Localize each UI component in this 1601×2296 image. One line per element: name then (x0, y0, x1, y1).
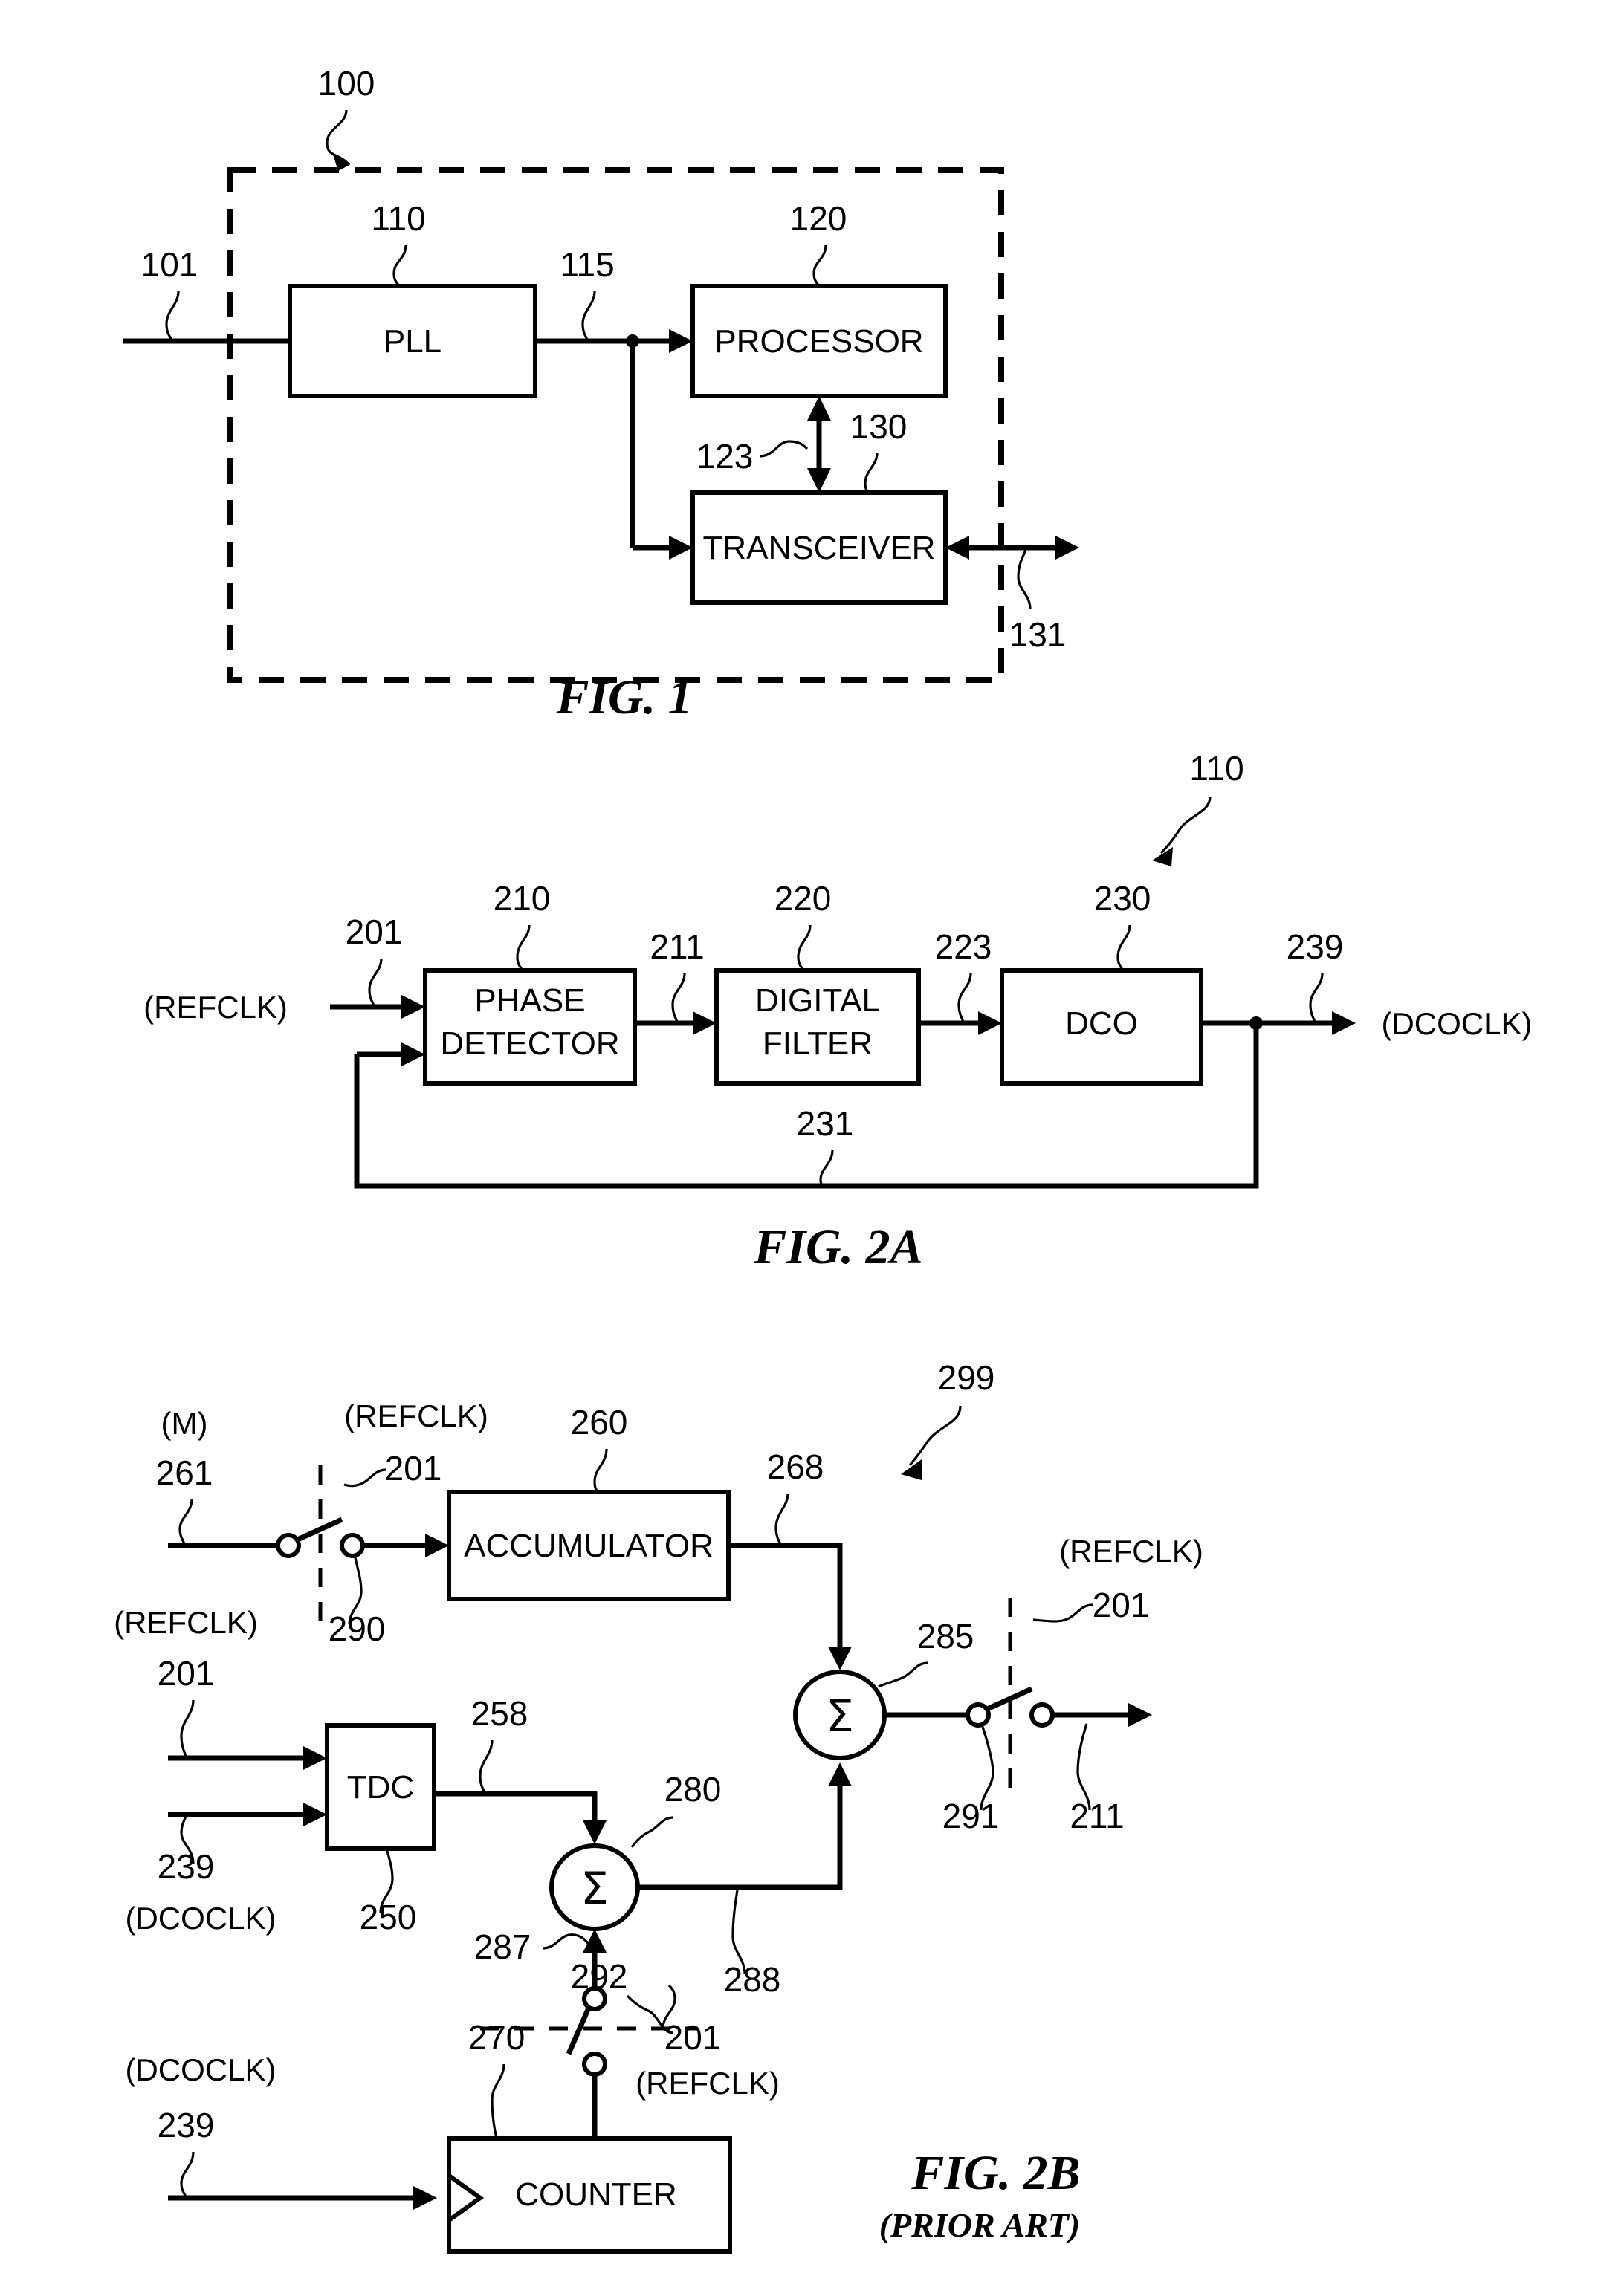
ref-299: 299 (938, 1358, 995, 1397)
ref-250: 250 (360, 1898, 417, 1936)
switch-290-clock-ref: 201 (385, 1449, 442, 1488)
switch-292-clock-label: (REFCLK) (635, 2066, 780, 2101)
ref-287: 287 (474, 1927, 531, 1966)
ref-220: 220 (774, 879, 832, 918)
ref-230: 230 (1094, 879, 1151, 918)
ref-2a-201: 201 (346, 912, 403, 951)
figure-1: 100 101 PLL 110 115 PROCESSOR 120 TRANSC… (123, 64, 1079, 724)
ref-2b-201-top: 201 (158, 1654, 215, 1693)
ref-101: 101 (141, 245, 198, 284)
figure-2a-caption: FIG. 2A (753, 1220, 922, 1274)
input-dcoclk-label-tdc: (DCOCLK) (125, 1901, 276, 1936)
ref-231: 231 (797, 1104, 854, 1143)
block-accumulator-label: ACCUMULATOR (464, 1528, 714, 1564)
input-refclk-label-290: (REFCLK) (114, 1605, 258, 1640)
ref-2a-239: 239 (1287, 927, 1344, 966)
ref-120: 120 (790, 199, 847, 238)
ref-280: 280 (664, 1770, 722, 1809)
block-digital-filter-label-2: FILTER (763, 1025, 873, 1062)
input-m-label: (M) (161, 1406, 208, 1441)
ref-110: 110 (371, 199, 425, 238)
ref-131: 131 (1009, 615, 1067, 654)
switch-292-clock-ref: 201 (664, 2018, 722, 2057)
signal-258-path (434, 1791, 598, 1832)
ref-292: 292 (571, 1957, 628, 1996)
switch-292-bottom-terminal[interactable] (582, 2052, 607, 2077)
block-pll-label: PLL (384, 323, 442, 360)
ref-115: 115 (560, 245, 614, 284)
output-dcoclk-label-2a: (DCOCLK) (1381, 1006, 1532, 1041)
block-digital-filter-label-1: DIGITAL (755, 982, 880, 1019)
switch-290-clock-label: (REFCLK) (344, 1398, 488, 1433)
signal-268-path (728, 1543, 843, 1658)
figure-1-caption: FIG. 1 (555, 670, 692, 724)
ref-223: 223 (935, 927, 992, 966)
ref-100: 100 (318, 64, 375, 103)
ref-2b-239-counter: 239 (158, 2106, 215, 2144)
switch-291-right-terminal[interactable] (1029, 1702, 1055, 1728)
figure-2b-caption: FIG. 2B (911, 2146, 1080, 2200)
block-phase-detector-label-1: PHASE (474, 982, 585, 1019)
switch-291-clock-ref: 201 (1093, 1586, 1150, 1624)
ref-2b-211: 211 (1070, 1797, 1124, 1835)
switch-290-right-terminal[interactable] (340, 1533, 365, 1558)
block-phase-detector-label-2: DETECTOR (440, 1025, 619, 1062)
figure-2a: 110 (REFCLK) 201 PHASE DETECTOR 210 211 … (143, 749, 1532, 1274)
ref-290: 290 (329, 1609, 386, 1648)
ref-123: 123 (696, 437, 754, 476)
patent-drawing-sheet: 100 101 PLL 110 115 PROCESSOR 120 TRANSC… (114, 64, 1533, 2254)
ref-285: 285 (917, 1617, 974, 1655)
input-dcoclk-label-counter: (DCOCLK) (125, 2052, 276, 2087)
ref-261: 261 (156, 1453, 213, 1492)
ref-130: 130 (850, 407, 908, 446)
ref-260: 260 (571, 1403, 628, 1442)
adder-285-symbol: Σ (826, 1690, 854, 1742)
adder-280-symbol: Σ (580, 1863, 609, 1915)
switch-291-clock-label: (REFCLK) (1059, 1534, 1203, 1569)
ref-288: 288 (724, 1960, 781, 1999)
ref-268: 268 (767, 1447, 824, 1486)
figure-2b: 299 (M) 261 (REFCLK) 201 290 (REFCLK) 20… (114, 1358, 1203, 2254)
block-tdc-label: TDC (347, 1769, 414, 1806)
ref-210: 210 (494, 879, 551, 918)
ref-270: 270 (468, 2018, 525, 2057)
block-counter-label: COUNTER (515, 2176, 677, 2213)
ref-291: 291 (942, 1797, 1000, 1835)
ref-258: 258 (471, 1694, 528, 1733)
ref-2a-211: 211 (650, 927, 704, 966)
figure-2b-subcaption: (PRIOR ART) (879, 2206, 1080, 2244)
ref-2a-110: 110 (1189, 749, 1243, 788)
block-dco-label: DCO (1065, 1005, 1138, 1042)
input-refclk-label-2a: (REFCLK) (143, 990, 288, 1025)
block-processor-label: PROCESSOR (714, 323, 923, 360)
ref-2b-239-tdc: 239 (158, 1847, 215, 1886)
block-transceiver-label: TRANSCEIVER (703, 530, 936, 566)
